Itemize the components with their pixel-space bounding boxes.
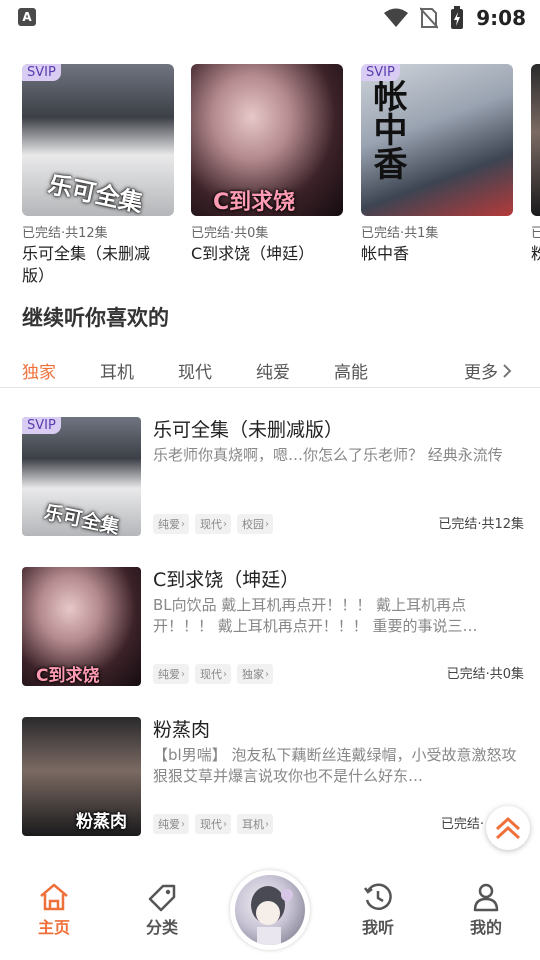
avatar xyxy=(235,875,305,945)
nav-category[interactable]: 分类 xyxy=(122,882,202,938)
user-icon xyxy=(473,883,499,912)
episode-status: 已完结· xyxy=(440,817,484,832)
now-playing-avatar[interactable] xyxy=(230,870,310,950)
bottom-navigation: 主页 分类 我听 我的 xyxy=(0,860,540,960)
nav-label: 主页 xyxy=(37,918,70,937)
episode-status: 已完结·共0集 xyxy=(446,667,524,682)
item-title: C到求饶（坤廷） xyxy=(191,244,315,263)
chevron-right-icon: › xyxy=(181,668,185,680)
episode-status: 已完结·共12集 xyxy=(438,517,524,532)
battery-charging-icon xyxy=(451,6,464,29)
svip-badge: SVIP xyxy=(22,417,61,434)
tag-list: 纯爱 › 现代 › 校园 › xyxy=(153,514,273,534)
list-item[interactable]: C到求饶 C到求饶（坤廷） BL向饮品 戴上耳机再点开！！！ 戴上耳机再点开！！… xyxy=(0,567,540,687)
cover-image: 粉蒸肉 xyxy=(22,717,141,836)
tab-earphone[interactable]: 耳机 xyxy=(100,358,134,383)
cover-title-art: C到求饶 xyxy=(36,666,100,686)
tab-exclusive[interactable]: 独家 xyxy=(22,358,56,383)
list-item[interactable]: SVIP 乐可全集 乐可全集（未删减版） 乐老师你真烧啊，嗯…你怎么了乐老师？ … xyxy=(0,417,540,537)
avatar-art xyxy=(251,886,293,945)
svip-badge: SVIP xyxy=(361,64,400,81)
more-tabs-button[interactable]: 更多 xyxy=(464,358,512,383)
tag-chip[interactable]: 纯爱 › xyxy=(153,514,189,534)
chevron-right-icon: › xyxy=(265,818,269,830)
cover-image xyxy=(531,64,540,216)
item-title: 帐中香 xyxy=(361,244,410,263)
status-bar: A 9:08 xyxy=(0,0,540,36)
cover-image: SVIP 乐可全集 xyxy=(22,417,141,536)
episode-meta: 已完结·共12集 xyxy=(22,226,108,241)
episode-meta: 已 xyxy=(531,226,540,241)
tag-chip[interactable]: 耳机 › xyxy=(237,814,273,834)
tag-chip[interactable]: 现代 › xyxy=(195,664,231,684)
cover-image: C到求饶 xyxy=(191,64,343,216)
svip-badge: SVIP xyxy=(22,64,61,81)
nav-label: 我的 xyxy=(469,918,502,937)
tag-chip[interactable]: 独家 › xyxy=(237,664,273,684)
chevron-right-icon: › xyxy=(265,668,269,680)
nav-home[interactable]: 主页 xyxy=(14,882,94,938)
tag-chip[interactable]: 校园 › xyxy=(237,514,273,534)
cover-title-art: C到求饶 xyxy=(213,190,296,215)
featured-carousel[interactable]: SVIP 乐可全集 已完结·共12集 乐可全集（未删减版） C到求饶 已完结·共… xyxy=(0,64,540,284)
tab-thrilling[interactable]: 高能 xyxy=(334,358,368,383)
tab-pure-love[interactable]: 纯爱 xyxy=(256,358,290,383)
carousel-item[interactable]: C到求饶 已完结·共0集 C到求饶（坤廷） xyxy=(191,64,345,265)
item-title: 粉 xyxy=(531,244,540,263)
wifi-icon xyxy=(384,8,409,27)
episode-meta: 已完结·共0集 xyxy=(191,226,269,241)
tag-chip[interactable]: 现代 › xyxy=(195,514,231,534)
app-notification-icon: A xyxy=(18,8,36,26)
cover-image: C到求饶 xyxy=(22,567,141,686)
item-title: 粉蒸肉 xyxy=(153,719,211,741)
item-description: 乐老师你真烧啊，嗯…你怎么了乐老师？ 经典永流传 xyxy=(153,446,503,464)
tag-chip[interactable]: 现代 › xyxy=(195,814,231,834)
chevron-right-icon: › xyxy=(223,518,227,530)
status-icons: 9:08 xyxy=(384,4,526,32)
carousel-item[interactable]: 已 粉 xyxy=(531,64,540,265)
cover-title-art: 帐中香 xyxy=(367,78,407,180)
no-sim-icon xyxy=(420,7,439,29)
scroll-to-top-button[interactable] xyxy=(486,806,530,850)
list-item[interactable]: 粉蒸肉 粉蒸肉 【bl男喘】 泡友私下藕断丝连戴绿帽，小受故意激怒攻 狠狠艾草并… xyxy=(0,717,540,837)
clock-time: 9:08 xyxy=(476,6,526,30)
tag-list: 纯爱 › 现代 › 耳机 › xyxy=(153,814,273,834)
cover-image: SVIP 帐中香 xyxy=(361,64,513,216)
tag-chip[interactable]: 纯爱 › xyxy=(153,814,189,834)
chevron-right-icon: › xyxy=(223,818,227,830)
tag-list: 纯爱 › 现代 › 独家 › xyxy=(153,664,273,684)
episode-meta: 已完结·共1集 xyxy=(361,226,439,241)
carousel-item[interactable]: SVIP 帐中香 已完结·共1集 帐中香 xyxy=(361,64,515,265)
home-icon xyxy=(40,883,68,911)
item-title: C到求饶（坤廷） xyxy=(153,569,300,591)
section-title: 继续听你喜欢的 xyxy=(22,306,169,330)
chevron-right-icon xyxy=(503,363,512,378)
cover-title-art: 粉蒸肉 xyxy=(76,812,127,832)
tag-icon xyxy=(148,884,176,912)
cover-image: SVIP 乐可全集 xyxy=(22,64,174,216)
tag-chip[interactable]: 纯爱 › xyxy=(153,664,189,684)
nav-label: 我听 xyxy=(361,918,394,937)
nav-profile[interactable]: 我的 xyxy=(446,882,526,938)
chevron-right-icon: › xyxy=(181,818,185,830)
item-description: BL向饮品 戴上耳机再点开！！！ 戴上耳机再点开！！！ 戴上耳机再点开！！！ 重… xyxy=(153,596,478,635)
carousel-item[interactable]: SVIP 乐可全集 已完结·共12集 乐可全集（未删减版） xyxy=(22,64,176,284)
chevron-right-icon: › xyxy=(265,518,269,530)
double-chevron-up-icon xyxy=(495,816,521,840)
chevron-right-icon: › xyxy=(181,518,185,530)
chevron-right-icon: › xyxy=(223,668,227,680)
item-title: 乐可全集（未删减版） xyxy=(22,244,151,284)
tab-modern[interactable]: 现代 xyxy=(178,358,212,383)
item-title: 乐可全集（未删减版） xyxy=(153,419,344,441)
item-description: 【bl男喘】 泡友私下藕断丝连戴绿帽，小受故意激怒攻 狠狠艾草并爆言说攻你也不是… xyxy=(153,746,517,785)
nav-label: 分类 xyxy=(145,918,178,937)
more-label: 更多 xyxy=(464,363,498,383)
nav-listening[interactable]: 我听 xyxy=(338,882,418,938)
category-tabs: 独家 耳机 现代 纯爱 高能 更多 xyxy=(0,356,540,388)
history-clock-icon xyxy=(364,883,392,910)
